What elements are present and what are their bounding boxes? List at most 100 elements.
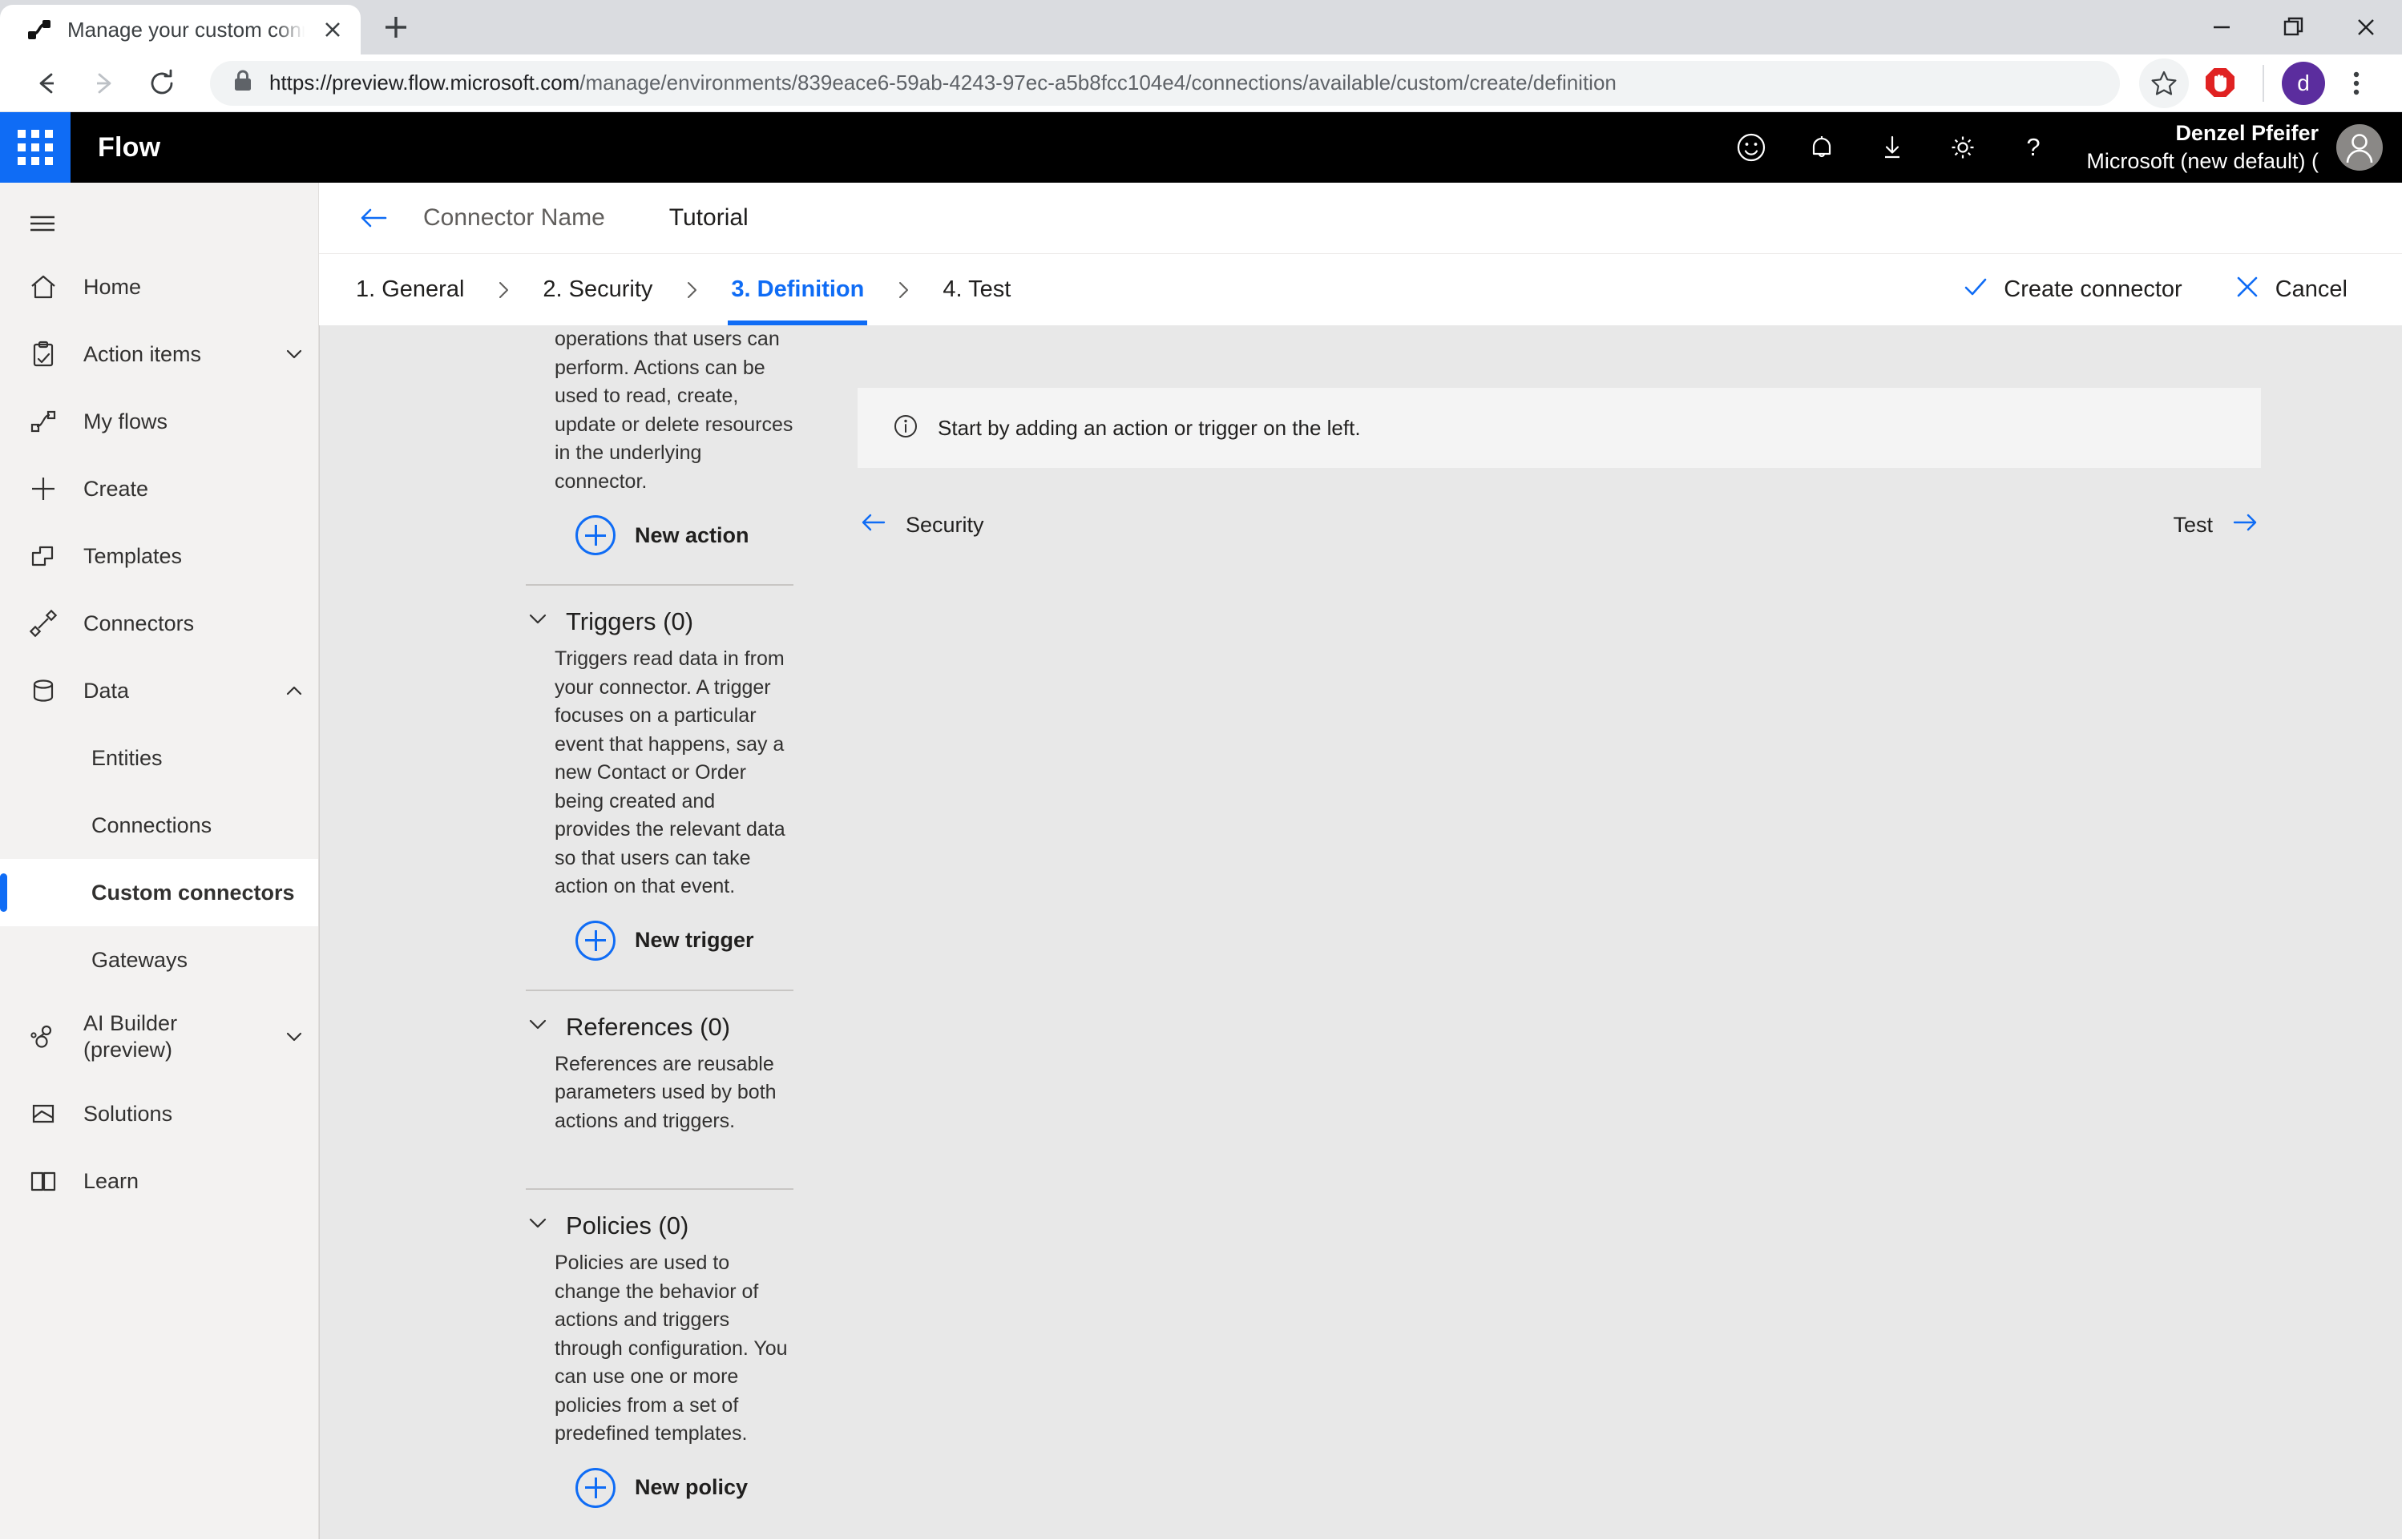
sidebar-item-label: Gateways — [91, 947, 188, 972]
close-icon[interactable] — [2330, 0, 2402, 54]
info-icon — [891, 412, 920, 445]
section-policies: Policies (0) Policies are used to change… — [526, 1193, 793, 1530]
previous-step-link[interactable]: Security — [858, 506, 984, 544]
section-divider — [526, 989, 793, 991]
triggers-description: Triggers read data in from your connecto… — [555, 647, 785, 897]
sidebar-item-label: Solutions — [83, 1101, 173, 1126]
chevron-down-icon[interactable] — [526, 1211, 550, 1241]
sidebar-item-data[interactable]: Data — [0, 657, 318, 724]
plus-circle-icon — [575, 920, 616, 961]
checkmark-icon — [1962, 273, 1989, 307]
sidebar-item-create[interactable]: Create — [0, 455, 318, 522]
chevron-down-icon[interactable] — [526, 1012, 550, 1042]
wizard-step-label: 3. Definition — [731, 276, 865, 302]
lock-icon — [232, 69, 253, 97]
minimize-icon[interactable] — [2186, 0, 2258, 54]
tab-general[interactable]: 1. General — [353, 254, 467, 325]
adblock-shield-icon[interactable] — [2195, 58, 2245, 108]
app-launcher-icon[interactable] — [0, 112, 71, 183]
next-step-link[interactable]: Test — [2173, 506, 2261, 544]
sidebar-item-templates[interactable]: Templates — [0, 522, 318, 590]
tab-security[interactable]: 2. Security — [539, 254, 656, 325]
browser-toolbar: https://preview.flow.microsoft.com/manag… — [0, 54, 2402, 112]
sidebar-item-connectors[interactable]: Connectors — [0, 590, 318, 657]
wizard-step-label: 1. General — [356, 276, 465, 302]
sidebar-item-ai-builder[interactable]: AI Builder (preview) — [0, 994, 318, 1080]
back-arrow-icon[interactable] — [21, 58, 72, 109]
create-connector-label: Create connector — [2004, 276, 2182, 302]
cancel-button[interactable]: Cancel — [2213, 273, 2368, 307]
sidebar-item-custom-connectors[interactable]: Custom connectors — [0, 859, 318, 926]
page-title: Tutorial — [668, 204, 749, 231]
policies-header[interactable]: Policies (0) — [526, 1193, 793, 1249]
new-trigger-button[interactable]: New trigger — [526, 901, 793, 983]
address-bar[interactable]: https://preview.flow.microsoft.com/manag… — [210, 60, 2120, 106]
new-policy-label: New policy — [635, 1475, 749, 1499]
chevron-up-icon[interactable] — [270, 679, 318, 703]
sidebar-item-label: Action items — [83, 341, 202, 366]
suite-brand[interactable]: Flow — [98, 132, 160, 163]
gear-icon[interactable] — [1928, 112, 1998, 183]
sidebar: Home Action items My flows Create Templa… — [0, 183, 319, 1539]
references-header[interactable]: References (0) — [526, 994, 793, 1050]
three-dot-menu-icon[interactable] — [2331, 58, 2381, 108]
chevron-down-icon[interactable] — [526, 607, 550, 637]
create-connector-button[interactable]: Create connector — [1941, 273, 2202, 307]
references-description: References are reusable parameters used … — [555, 1052, 777, 1132]
suite-user-name: Denzel Pfeifer — [2175, 121, 2319, 146]
database-icon — [26, 675, 61, 707]
bell-icon[interactable] — [1786, 112, 1857, 183]
user-avatar-icon[interactable] — [2336, 124, 2383, 171]
download-icon[interactable] — [1857, 112, 1928, 183]
smiley-icon[interactable] — [1716, 112, 1786, 183]
chevron-right-icon — [467, 254, 539, 325]
profile-avatar[interactable]: d — [2282, 61, 2325, 105]
sidebar-item-gateways[interactable]: Gateways — [0, 926, 318, 994]
sidebar-item-label: Learn — [83, 1168, 139, 1193]
sidebar-item-solutions[interactable]: Solutions — [0, 1080, 318, 1147]
work-area-left-rule — [319, 325, 320, 1539]
section-actions: operations that users can perform. Actio… — [526, 325, 793, 586]
browser-tab[interactable]: Manage your custom connectors — [0, 5, 361, 54]
forward-arrow-icon[interactable] — [79, 58, 130, 109]
back-arrow-icon[interactable] — [353, 196, 396, 240]
close-x-icon — [2234, 273, 2261, 307]
reload-icon[interactable] — [136, 58, 188, 109]
sidebar-item-home[interactable]: Home — [0, 253, 318, 320]
address-bar-url: https://preview.flow.microsoft.com/manag… — [269, 71, 1617, 95]
main-content: Connector Name Tutorial 1. General 2. Se… — [319, 183, 2402, 1539]
sidebar-item-entities[interactable]: Entities — [0, 724, 318, 792]
sidebar-item-label: Connectors — [83, 611, 195, 635]
definition-detail-pane: Start by adding an action or trigger on … — [793, 325, 2402, 1539]
sidebar-item-action-items[interactable]: Action items — [0, 320, 318, 388]
chevron-down-icon[interactable] — [270, 1025, 318, 1049]
info-banner-text: Start by adding an action or trigger on … — [938, 415, 1361, 440]
section-triggers: Triggers (0) Triggers read data in from … — [526, 589, 793, 991]
new-tab-button[interactable] — [372, 3, 420, 51]
suite-header: Flow ? Denzel Pfeifer Microsoft (new def… — [0, 112, 2402, 183]
tab-test[interactable]: 4. Test — [939, 254, 1014, 325]
suite-user-block[interactable]: Denzel Pfeifer Microsoft (new default) ( — [2069, 112, 2402, 183]
sidebar-item-connections[interactable]: Connections — [0, 792, 318, 859]
triggers-header[interactable]: Triggers (0) — [526, 589, 793, 645]
breadcrumb-connector-name[interactable]: Connector Name — [423, 204, 605, 232]
sidebar-item-label: Data — [83, 678, 130, 703]
wizard-steps: 1. General 2. Security 3. Definition 4. … — [319, 253, 2402, 325]
close-icon[interactable] — [319, 16, 346, 43]
chevron-down-icon[interactable] — [270, 342, 318, 366]
new-action-label: New action — [635, 522, 749, 547]
new-policy-button[interactable]: New policy — [526, 1449, 793, 1530]
help-icon[interactable]: ? — [1998, 112, 2069, 183]
sidebar-item-learn[interactable]: Learn — [0, 1147, 318, 1215]
new-action-button[interactable]: New action — [526, 496, 793, 578]
window-controls — [2186, 0, 2402, 54]
sidebar-item-label: Entities — [91, 745, 163, 770]
hamburger-icon[interactable] — [0, 194, 318, 253]
star-icon[interactable] — [2139, 58, 2189, 108]
sidebar-item-my-flows[interactable]: My flows — [0, 388, 318, 455]
url-path: /manage/environments/839eace6-59ab-4243-… — [579, 71, 1617, 95]
tab-definition[interactable]: 3. Definition — [728, 254, 868, 325]
cancel-label: Cancel — [2275, 276, 2348, 302]
restore-icon[interactable] — [2258, 0, 2330, 54]
book-icon — [26, 1165, 61, 1197]
